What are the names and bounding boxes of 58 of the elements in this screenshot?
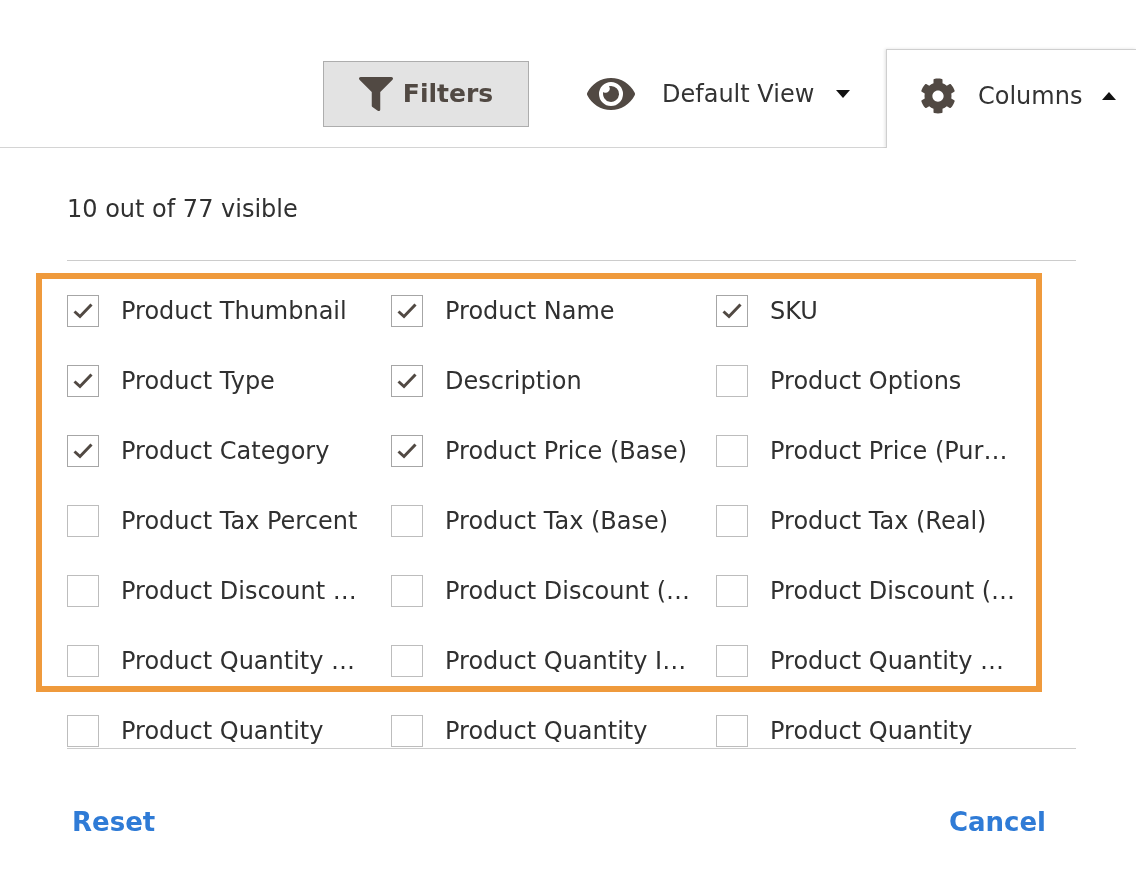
checkbox[interactable] [716,295,748,327]
gear-icon [920,78,956,114]
visible-count: 10 out of 77 visible [67,194,298,225]
column-option-label[interactable]: Product Price (Pur… [770,436,1008,466]
column-option-label[interactable]: Product Quantity … [121,646,356,676]
funnel-icon [358,76,393,111]
checkbox[interactable] [391,365,423,397]
checkmark-icon [397,303,417,319]
checkmark-icon [397,373,417,389]
caret-icon [1102,92,1117,100]
checkmark-icon [397,443,417,459]
column-option-label[interactable]: Product Tax Percent [121,506,358,536]
checkbox[interactable] [391,575,423,607]
column-option-label[interactable]: Product Discount (… [770,576,1016,606]
column-option-label[interactable]: Product Quantity [121,716,324,746]
columns-button[interactable]: Columns [886,49,1136,148]
column-option-label[interactable]: SKU [770,296,818,326]
reset-link[interactable]: Reset [72,804,156,840]
checkbox[interactable] [391,715,423,747]
checkbox[interactable] [716,505,748,537]
checkmark-icon [722,303,742,319]
column-option-label[interactable]: Product Price (Base) [445,436,688,466]
checkmark-icon [73,373,93,389]
checkbox[interactable] [716,645,748,677]
checkbox[interactable] [67,435,99,467]
checkmark-icon [73,443,93,459]
cancel-link[interactable]: Cancel [948,804,1046,840]
column-option-label[interactable]: Product Quantity [445,716,648,746]
checkbox[interactable] [67,715,99,747]
checkmark-icon [73,303,93,319]
column-option-label[interactable]: Product Name [445,296,615,326]
checkbox[interactable] [716,435,748,467]
view-selector[interactable]: Default View [575,60,863,127]
column-option-label[interactable]: Product Options [770,366,962,396]
checkbox[interactable] [716,715,748,747]
column-option-label[interactable]: Product Discount … [121,576,357,606]
column-option-label[interactable]: Product Tax (Real) [770,506,987,536]
checkbox[interactable] [67,505,99,537]
column-option-label[interactable]: Product Quantity I… [445,646,687,676]
column-option-label[interactable]: Product Tax (Base) [445,506,669,536]
checkbox[interactable] [391,645,423,677]
checkbox[interactable] [67,645,99,677]
checkbox[interactable] [716,575,748,607]
checkbox[interactable] [391,505,423,537]
checkbox[interactable] [716,365,748,397]
column-option-label[interactable]: Description [445,366,582,396]
column-option-label[interactable]: Product Category [121,436,330,466]
column-option-label[interactable]: Product Type [121,366,275,396]
checkbox[interactable] [391,295,423,327]
column-option-label[interactable]: Product Discount (… [445,576,691,606]
checkbox[interactable] [67,365,99,397]
column-option-label[interactable]: Product Quantity [770,716,973,746]
checkbox[interactable] [67,295,99,327]
column-option-label[interactable]: Product Quantity … [770,646,1005,676]
checkbox[interactable] [391,435,423,467]
filters-button[interactable]: Filters [323,60,529,127]
checkbox[interactable] [67,575,99,607]
column-option-label[interactable]: Product Thumbnail [121,296,347,326]
